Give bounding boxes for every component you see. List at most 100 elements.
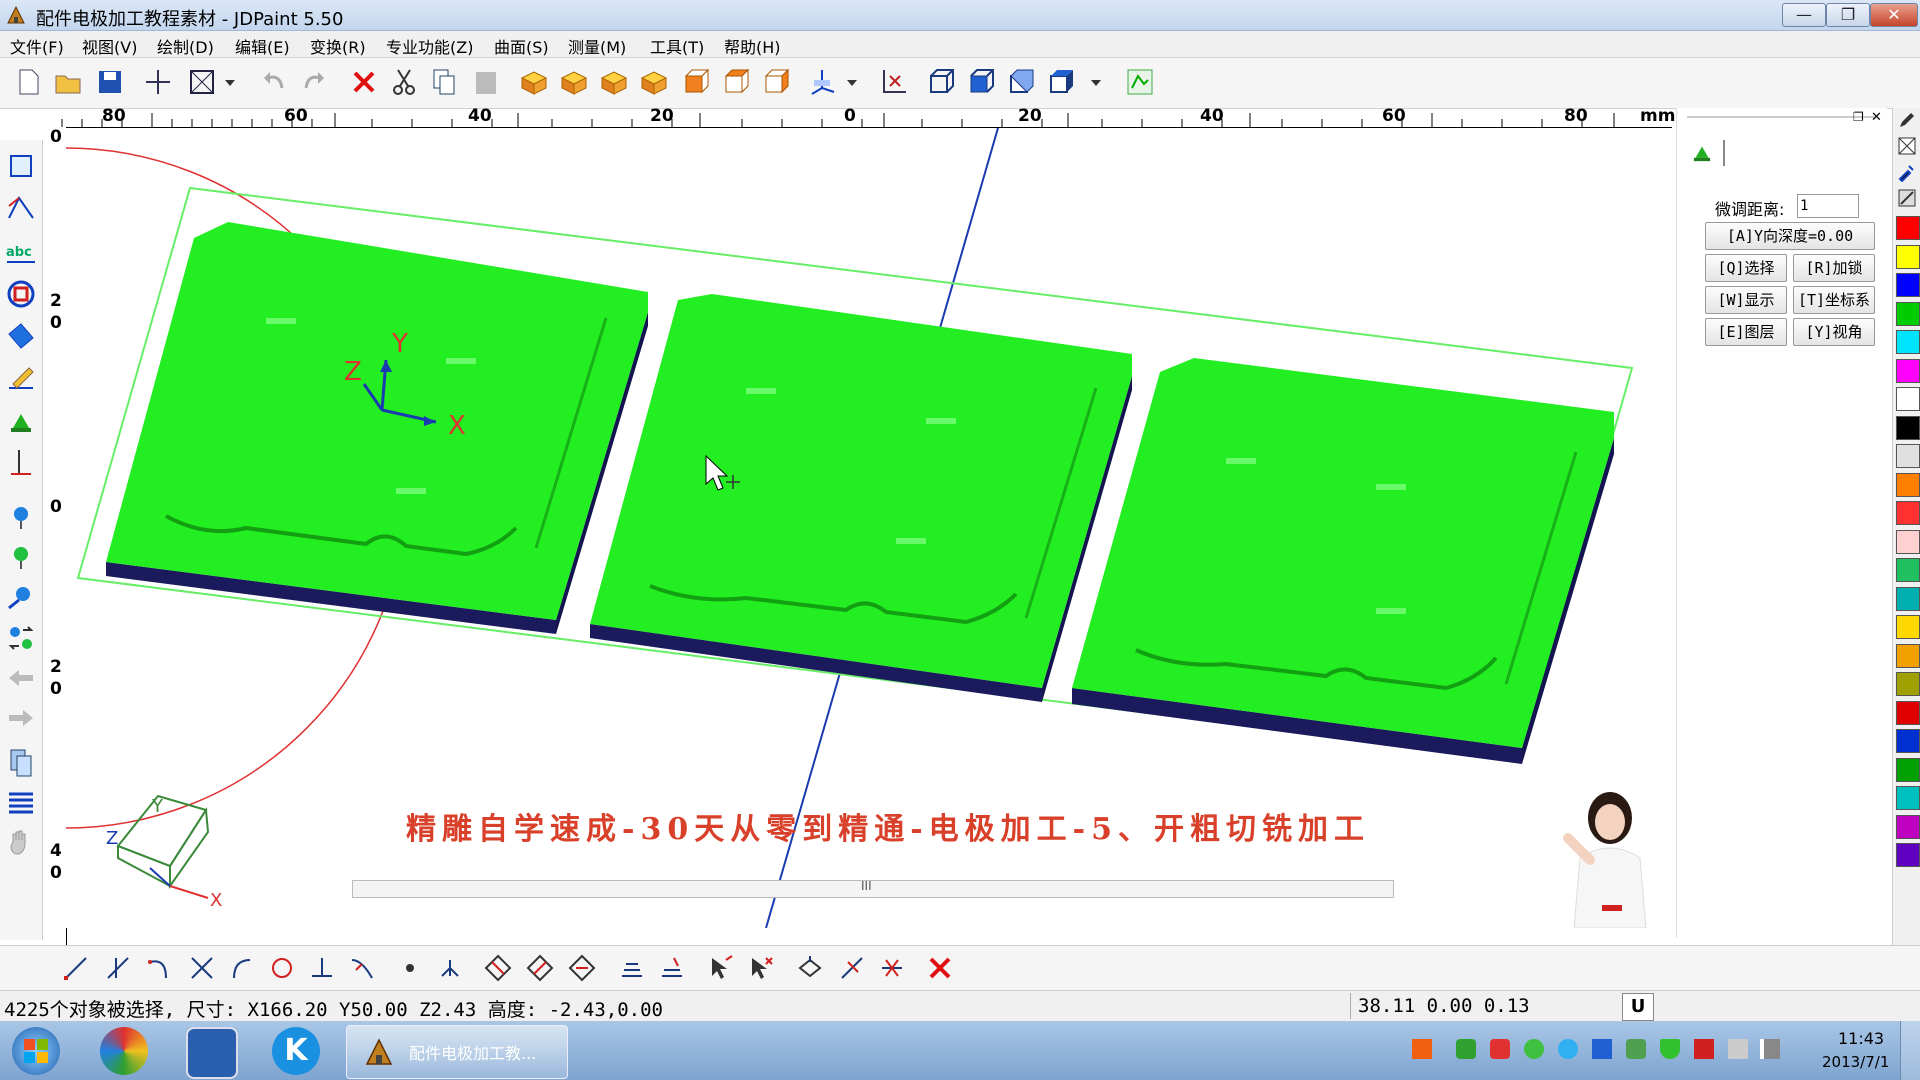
view-box-icon[interactable]	[186, 66, 218, 98]
fine-tune-input[interactable]	[1797, 194, 1859, 218]
color-swatch[interactable]	[1896, 501, 1920, 525]
snap-midpoint-icon[interactable]	[104, 954, 132, 982]
color-swatch[interactable]	[1896, 786, 1920, 810]
color-swatch[interactable]	[1896, 472, 1920, 497]
electrode-block-2[interactable]	[590, 294, 1132, 702]
crosshair-icon[interactable]	[142, 66, 174, 98]
solid-box-icon[interactable]	[966, 66, 998, 98]
close-button[interactable]: ✕	[1870, 3, 1918, 27]
show-desktop-button[interactable]	[1900, 1021, 1920, 1080]
new-file-icon[interactable]	[12, 66, 44, 98]
snap-endpoint-icon[interactable]	[62, 954, 90, 982]
paste-icon[interactable]	[470, 66, 502, 98]
jdpaint-taskbar-button[interactable]: 配件电极加工教...	[346, 1025, 568, 1079]
shaded-box-icon[interactable]	[1006, 66, 1038, 98]
color-swatch[interactable]	[1896, 273, 1920, 297]
color-swatch[interactable]	[1896, 843, 1920, 867]
color-swatch[interactable]	[1896, 643, 1920, 668]
align-stack-icon[interactable]	[658, 954, 686, 982]
menu-help[interactable]: 帮助(H)	[724, 34, 781, 58]
horizontal-scrollbar[interactable]: III	[352, 879, 1394, 898]
view-angle-button[interactable]: [Y]视角	[1793, 318, 1875, 346]
pen-icon[interactable]	[1897, 110, 1917, 130]
snap-intersection-icon[interactable]	[188, 954, 216, 982]
browser-taskbar-icon[interactable]	[100, 1027, 148, 1075]
color-swatch[interactable]	[1896, 387, 1920, 411]
k-app-taskbar-icon[interactable]: K	[272, 1027, 320, 1075]
view-cube-icon[interactable]	[116, 794, 210, 899]
arrow-left-icon[interactable]	[5, 662, 37, 694]
chevron-down-icon[interactable]	[844, 66, 860, 98]
scroll-thumb-grip[interactable]: III	[861, 879, 872, 893]
maximize-button[interactable]: ❐	[1826, 3, 1870, 27]
color-swatch[interactable]	[1896, 358, 1920, 383]
color-swatch[interactable]	[1896, 558, 1920, 582]
color-swatch[interactable]	[1896, 444, 1920, 468]
color-swatch[interactable]	[1896, 586, 1920, 611]
menu-transform[interactable]: 变换(R)	[310, 34, 366, 58]
tray-icon-3[interactable]	[1524, 1039, 1544, 1059]
drawing-viewport[interactable]: X Y Z X Y Z 精雕自学速成-30天从零到精通-电极加工-5、开粗切铣加…	[66, 128, 1676, 928]
color-swatch[interactable]	[1896, 330, 1920, 354]
snap-quadrant-icon[interactable]	[436, 954, 464, 982]
snap-arc-icon[interactable]	[146, 954, 174, 982]
color-swatch[interactable]	[1896, 415, 1920, 440]
color-swatch[interactable]	[1896, 729, 1920, 753]
security-shield-icon[interactable]	[1660, 1039, 1680, 1059]
panel-close-icon[interactable]: ✕	[1871, 110, 1882, 125]
clock-time[interactable]: 11:43	[1838, 1029, 1884, 1048]
view-right-icon[interactable]	[760, 66, 792, 98]
select-button[interactable]: [Q]选择	[1705, 254, 1787, 282]
surface-tool-icon[interactable]	[5, 320, 37, 352]
color-swatch[interactable]	[1896, 301, 1920, 326]
snap-nearest-icon[interactable]	[348, 954, 376, 982]
display-button[interactable]: [W]显示	[1705, 286, 1787, 314]
eyedropper-icon[interactable]	[1897, 162, 1917, 182]
copy-icon[interactable]	[428, 66, 460, 98]
swap-icon[interactable]	[5, 622, 37, 654]
tray-icon-2[interactable]	[1490, 1039, 1510, 1059]
view-top-icon[interactable]	[720, 66, 752, 98]
menu-view[interactable]: 视图(V)	[82, 34, 137, 58]
save-icon[interactable]	[94, 66, 126, 98]
extend-icon[interactable]	[878, 954, 906, 982]
toolpath-mini-icon[interactable]	[1689, 140, 1715, 166]
network-icon[interactable]	[1760, 1039, 1780, 1059]
array-icon[interactable]	[796, 954, 824, 982]
view-iso-icon[interactable]	[518, 66, 550, 98]
menu-edit[interactable]: 编辑(E)	[235, 34, 290, 58]
pick-remove-icon[interactable]	[748, 954, 776, 982]
color-swatch[interactable]	[1896, 244, 1920, 269]
wire-box-icon[interactable]	[926, 66, 958, 98]
clear-color-icon[interactable]	[1897, 136, 1917, 156]
delete-icon[interactable]	[348, 66, 380, 98]
color-swatch[interactable]	[1896, 529, 1920, 554]
copy-layers-icon[interactable]	[5, 746, 37, 778]
menu-surface[interactable]: 曲面(S)	[494, 34, 549, 58]
open-folder-icon[interactable]	[52, 66, 84, 98]
lock-button[interactable]: [R]加锁	[1793, 254, 1875, 282]
view-front-icon[interactable]	[680, 66, 712, 98]
snap-tangent-icon[interactable]	[228, 954, 256, 982]
start-button[interactable]	[12, 1027, 60, 1075]
ime-tray-icon[interactable]	[1412, 1039, 1432, 1059]
electrode-block-3[interactable]	[1072, 358, 1614, 764]
color-swatch[interactable]	[1896, 216, 1920, 240]
grid-snap-2-icon[interactable]	[526, 954, 554, 982]
palette-edit-icon[interactable]	[1897, 188, 1917, 208]
polyline-icon[interactable]	[5, 192, 37, 224]
layer-manager-icon[interactable]	[1124, 66, 1156, 98]
color-swatch[interactable]	[1896, 700, 1920, 725]
cancel-red-icon[interactable]	[926, 954, 954, 982]
offset-tool-icon[interactable]	[5, 278, 37, 310]
list-icon[interactable]	[5, 786, 37, 818]
menu-file[interactable]: 文件(F)	[10, 34, 64, 58]
grid-snap-1-icon[interactable]	[484, 954, 512, 982]
clock-date[interactable]: 2013/7/1	[1822, 1053, 1889, 1071]
axis-transform-icon[interactable]	[878, 66, 910, 98]
view-top-iso-icon[interactable]	[598, 66, 630, 98]
menu-draw[interactable]: 绘制(D)	[157, 34, 214, 58]
volume-icon[interactable]	[1728, 1039, 1748, 1059]
coordinate-system-button[interactable]: [T]坐标系	[1793, 286, 1875, 314]
hand-pan-icon[interactable]	[5, 826, 37, 858]
